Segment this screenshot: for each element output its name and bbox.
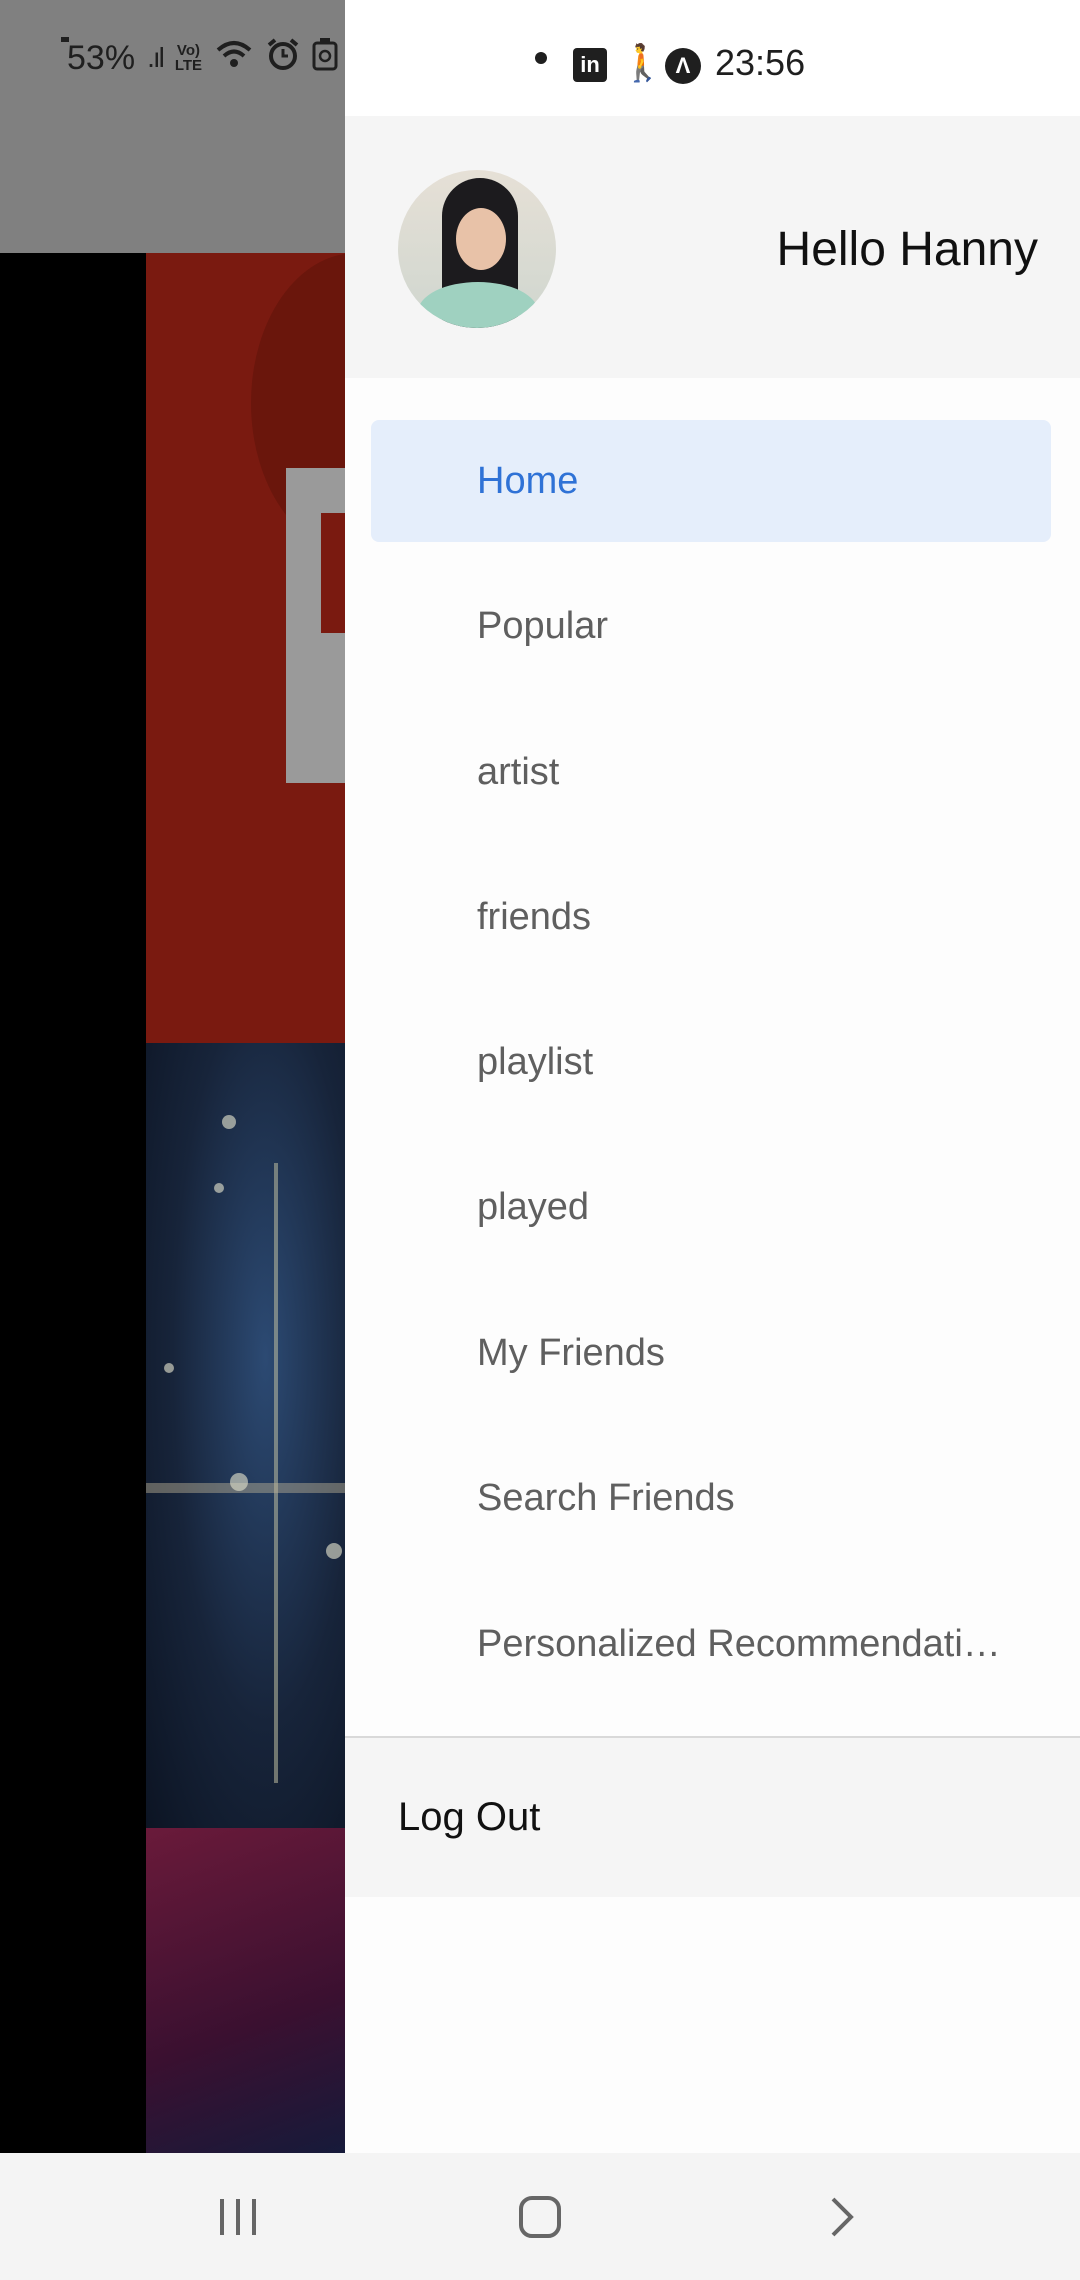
back-icon	[831, 2197, 854, 2236]
volte-icon: Vo) LTE	[174, 42, 203, 74]
menu-item-label: My Friends	[477, 1331, 665, 1374]
navigation-icon: Λ	[665, 48, 701, 84]
menu-item-label: playlist	[477, 1040, 594, 1083]
status-time: 23:56	[715, 42, 806, 83]
recycle-icon	[312, 37, 338, 80]
greeting-text: Hello Hanny	[776, 223, 1038, 276]
logout-label: Log Out	[398, 1795, 541, 1839]
system-navigation-bar	[0, 2153, 1080, 2280]
background-card-1-letter-gap	[321, 513, 345, 633]
walking-icon: 🚶	[620, 42, 665, 83]
menu-item-label: Search Friends	[477, 1476, 735, 1519]
background-card-2-light	[222, 1115, 236, 1129]
menu-item-search-friends[interactable]: Search Friends	[371, 1437, 1051, 1559]
background-card-2-light	[214, 1183, 224, 1193]
background-card-2-beam	[274, 1163, 278, 1783]
menu-item-playlist[interactable]: playlist	[371, 1001, 1051, 1123]
screen: 53% .ıl Vo) LTE in 🚶 Λ 23:56 Hello Hanny…	[0, 0, 1080, 2280]
menu-item-played[interactable]: played	[371, 1146, 1051, 1268]
menu-item-home[interactable]: Home	[371, 420, 1051, 542]
background-card-3	[146, 1828, 345, 2153]
menu-item-label: Popular	[477, 604, 608, 647]
menu-item-label: Home	[477, 459, 579, 502]
home-icon	[519, 2195, 561, 2238]
menu-item-artist[interactable]: artist	[371, 711, 1051, 833]
menu-item-personalized-recommendations[interactable]: Personalized Recommendati…	[371, 1583, 1051, 1705]
status-bar-right: in 🚶 Λ 23:56	[345, 0, 1080, 116]
menu-item-label: played	[477, 1185, 589, 1228]
background-card-2-light	[230, 1473, 248, 1491]
logout-button[interactable]: Log Out	[345, 1738, 1080, 1897]
menu-item-friends[interactable]: friends	[371, 856, 1051, 978]
menu-item-my-friends[interactable]: My Friends	[371, 1292, 1051, 1414]
recent-apps-icon	[220, 2198, 256, 2235]
wifi-icon	[214, 38, 254, 79]
avatar-shirt	[418, 282, 538, 328]
background-card-1	[146, 253, 345, 1043]
avatar-face	[456, 208, 506, 270]
background-strip	[0, 253, 146, 2153]
battery-percentage: 53%	[67, 38, 136, 77]
menu-item-label: friends	[477, 895, 592, 938]
recent-apps-button[interactable]	[158, 2153, 318, 2280]
status-bar-left: 53% .ıl Vo) LTE	[0, 0, 345, 116]
drawer-header: Hello Hanny	[345, 116, 1080, 378]
alarm-icon	[266, 37, 300, 80]
navigation-drawer: Hello Hanny Home Popular artist friends …	[345, 116, 1080, 2153]
back-button[interactable]	[762, 2153, 922, 2280]
background-card-2-light	[326, 1543, 342, 1559]
menu-item-label: artist	[477, 750, 560, 793]
signal-icon: .ıl	[147, 42, 165, 73]
menu-item-label: Personalized Recommendati…	[477, 1622, 1001, 1665]
background-app[interactable]	[0, 0, 345, 2153]
linkedin-icon: in	[573, 48, 607, 82]
avatar[interactable]	[398, 170, 556, 328]
home-button[interactable]	[460, 2153, 620, 2280]
background-card-2-light	[164, 1363, 174, 1373]
menu-item-popular[interactable]: Popular	[371, 565, 1051, 687]
notification-dot-icon	[535, 52, 547, 64]
background-card-2	[146, 1043, 345, 1828]
